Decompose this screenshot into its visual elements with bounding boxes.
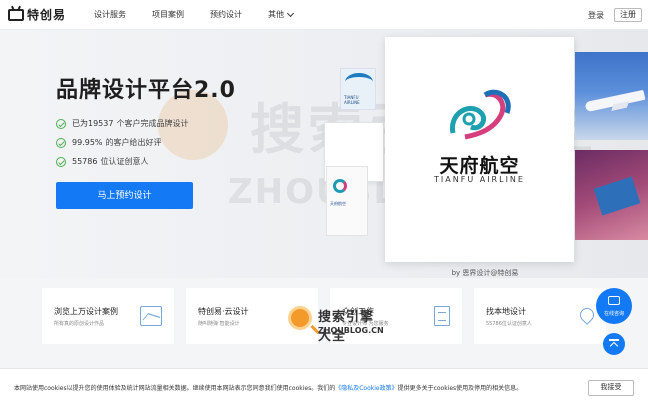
stat-text: 位认证创意人	[100, 157, 149, 166]
image-icon	[140, 306, 162, 326]
stat-text: 个客户完成品牌设计	[116, 119, 189, 128]
nav-book-design[interactable]: 预约设计	[210, 9, 242, 20]
mockup-label: 天府航空	[330, 201, 346, 206]
watermark-title: 搜索引擎大全	[318, 310, 375, 344]
cookie-bar: 本网站使用cookies以提升您的使用体验及统计网站流量相关数据。继续使用本网站…	[0, 368, 648, 405]
stat-item: 55786 位认证创意人	[56, 152, 188, 171]
stat-value: 55786	[72, 157, 98, 166]
book-design-button[interactable]: 马上预约设计	[56, 182, 193, 209]
register-button[interactable]: 注册	[614, 8, 642, 22]
nav-label: 其他	[268, 10, 285, 19]
main-nav: 设计服务 项目案例 预约设计 其他	[94, 9, 319, 20]
stat-value: 99.95%	[72, 138, 103, 147]
mockup-label: TIANFU AIRLINE	[344, 95, 360, 105]
cookie-text: 本网站使用cookies以提升您的使用体验及统计网站流量相关数据。继续使用本网站…	[14, 385, 336, 392]
check-circle-icon	[56, 137, 66, 148]
tag-icon	[593, 176, 641, 216]
hero-stats: 已为19537 个客户完成品牌设计 99.95% 的客户给出好评 55786 位认证创…	[56, 114, 188, 171]
airplane-icon	[584, 89, 646, 113]
luggage-tag-photo	[575, 150, 648, 240]
login-link[interactable]: 登录	[588, 10, 604, 21]
nav-project-cases[interactable]: 项目案例	[152, 9, 184, 20]
magnifier-logo-icon	[288, 306, 312, 330]
chevron-down-icon	[286, 9, 295, 17]
card-title: 找本地设计	[486, 307, 526, 316]
chat-bubble-icon	[608, 296, 620, 305]
brand-name-cn: 天府航空	[439, 155, 520, 177]
location-icon	[577, 305, 597, 325]
consult-label: 在线咨询	[603, 311, 624, 317]
center-watermark: 搜索引擎大全 ZHOUBLOG.CN	[286, 304, 386, 344]
document-icon	[434, 306, 450, 326]
accept-cookies-button[interactable]: 我接受	[588, 380, 634, 396]
hero-title: 品牌设计平台2.0	[56, 78, 236, 103]
stat-value: 已为19537	[72, 119, 114, 128]
header: 特创易 设计服务 项目案例 预约设计 其他 登录 注册	[0, 0, 648, 30]
hero-banner: 搜索引擎大全 ZHOUBLOG.CN 品牌设计平台2.0 已为19537个客户完…	[0, 30, 648, 278]
brand-mockups: TIANFU AIRLINE TIANFU AIRLINE 天府航空	[322, 66, 384, 236]
feature-card-cases[interactable]: 浏览上万设计案例 所有真的原创设计作品	[42, 288, 174, 344]
back-to-top-button[interactable]	[603, 333, 625, 355]
stat-item: 已为19537 个客户完成品牌设计	[56, 114, 188, 133]
stat-item: 99.95% 的客户给出好评	[56, 133, 188, 152]
cookie-text: 提供更多关于cookies使用及停用的相关信息。	[397, 385, 523, 392]
design-credit: by 恩界设计@特创易	[451, 269, 519, 277]
packaging-mockup: TIANFU AIRLINE	[340, 68, 376, 110]
stat-text: 的客户给出好评	[105, 138, 162, 147]
brand-name-en: TIANFU AIRLINE	[434, 175, 525, 184]
card-subtitle: 随叫随弹 智能设计	[198, 321, 240, 327]
tv-logo-icon	[8, 8, 24, 21]
logo[interactable]: 特创易	[8, 6, 66, 23]
airplane-photo	[575, 52, 648, 140]
nav-label: 项目案例	[152, 10, 185, 19]
online-consult-button[interactable]: 在线咨询	[596, 288, 632, 324]
nav-label: 预约设计	[210, 10, 243, 19]
featured-brand-card[interactable]: 天府航空 TIANFU AIRLINE	[385, 37, 574, 262]
nav-design-service[interactable]: 设计服务	[94, 9, 126, 20]
check-circle-icon	[56, 118, 66, 129]
watermark-domain: ZHOUBLOG.CN	[318, 326, 384, 335]
swirl-logo-icon	[333, 179, 347, 193]
privacy-policy-link[interactable]: 《隐私及Cookie政策》	[335, 385, 397, 392]
wave-logo-icon	[345, 73, 373, 91]
nav-more[interactable]: 其他	[268, 9, 295, 20]
logo-text: 特创易	[27, 8, 67, 22]
card-subtitle: 55786位认证创意人	[486, 321, 532, 327]
tianfu-swirl-logo-icon	[449, 89, 511, 140]
feature-card-local[interactable]: 找本地设计 55786位认证创意人	[474, 288, 606, 344]
nav-label: 设计服务	[94, 10, 127, 19]
card-title: 特创易·云设计	[198, 307, 249, 316]
card-title: 浏览上万设计案例	[54, 307, 118, 316]
bag-mockup: 天府航空	[326, 166, 368, 236]
card-subtitle: 所有真的原创设计作品	[54, 321, 105, 327]
check-circle-icon	[56, 156, 66, 167]
cookie-notice: 本网站使用cookies以提升您的使用体验及统计网站流量相关数据。继续使用本网站…	[14, 383, 522, 392]
